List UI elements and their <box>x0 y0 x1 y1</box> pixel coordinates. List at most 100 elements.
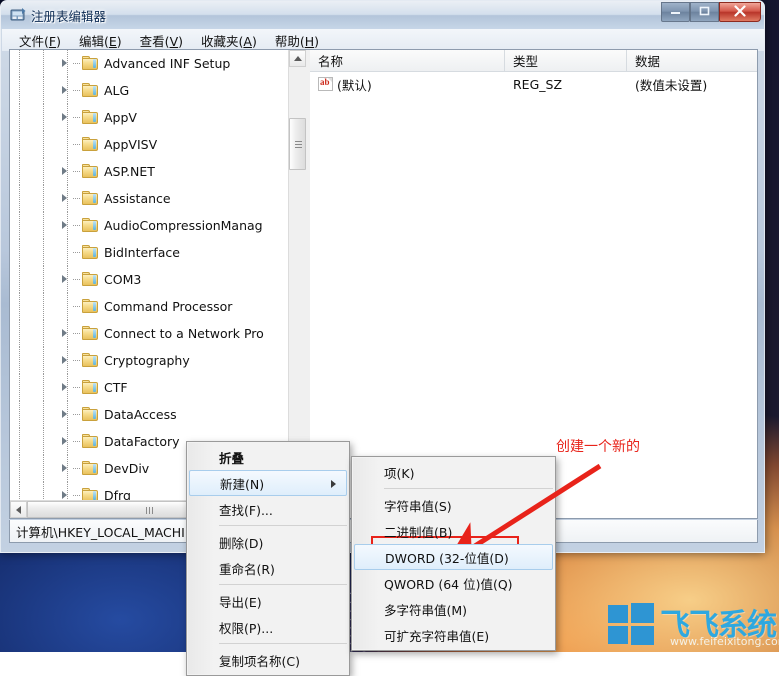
tree-item-label: AppVISV <box>104 137 158 152</box>
close-button[interactable] <box>719 2 761 22</box>
tree-item-bidinterface[interactable]: BidInterface <box>10 239 289 266</box>
expand-triangle-icon[interactable] <box>58 401 73 428</box>
submenu-item[interactable]: QWORD (64 位)值(Q) <box>352 570 555 596</box>
submenu-item-label: 项(K) <box>384 465 415 481</box>
tree-item-label: ASP.NET <box>104 164 155 179</box>
value-data-cell: (数值未设置) <box>635 77 708 93</box>
expand-triangle-icon[interactable] <box>58 50 73 77</box>
context-menu-item[interactable]: 删除(D) <box>187 529 349 555</box>
tree-item-label: Command Processor <box>104 299 233 314</box>
tree-item-com3[interactable]: COM3 <box>10 266 289 293</box>
context-menu-item[interactable]: 重命名(R) <box>187 555 349 581</box>
context-menu-item[interactable]: 新建(N) <box>189 470 347 496</box>
expand-triangle-icon[interactable] <box>58 320 73 347</box>
tree-item-audiocompressionmanag[interactable]: AudioCompressionManag <box>10 212 289 239</box>
tree-item-alg[interactable]: ALG <box>10 77 289 104</box>
tree-item-label: COM3 <box>104 272 142 287</box>
menu-bar: 文件(F) 编辑(E) 查看(V) 收藏夹(A) 帮助(H) <box>2 29 764 51</box>
tree-item-label: Cryptography <box>104 353 190 368</box>
folder-icon <box>82 55 99 71</box>
context-menu-item-label: 新建(N) <box>220 476 265 492</box>
submenu-item[interactable]: 多字符串值(M) <box>352 596 555 622</box>
table-row[interactable]: (默认) REG_SZ (数值未设置) <box>310 72 757 96</box>
context-menu-item[interactable]: 查找(F)... <box>187 496 349 522</box>
value-name-text: (默认) <box>337 77 372 93</box>
expand-triangle-icon[interactable] <box>58 428 73 455</box>
tree-item-label: CTF <box>104 380 128 395</box>
context-menu-item[interactable]: 折叠 <box>187 444 349 470</box>
folder-icon <box>82 406 99 422</box>
new-submenu: 项(K) 字符串值(S) 二进制值(B) DWORD (32-位值(D) QWORD (… <box>351 456 556 651</box>
context-menu-item-label: 权限(P)... <box>219 620 274 636</box>
submenu-arrow-icon <box>331 480 336 488</box>
scroll-left-button[interactable] <box>10 501 27 518</box>
minimize-button[interactable] <box>661 2 690 22</box>
scroll-up-button[interactable] <box>289 50 306 67</box>
arrow-left-icon <box>16 505 21 514</box>
folder-icon <box>82 325 99 341</box>
tree-item-advanced-inf-setup[interactable]: Advanced INF Setup <box>10 50 289 77</box>
context-menu-item-label: 复制项名称(C) <box>219 653 300 669</box>
submenu-item[interactable]: 字符串值(S) <box>352 492 555 518</box>
tree-item-label: DataAccess <box>104 407 177 422</box>
expand-triangle-icon[interactable] <box>58 158 73 185</box>
submenu-item[interactable]: 可扩充字符串值(E) <box>352 622 555 648</box>
folder-icon <box>82 433 99 449</box>
tree-vertical-scrollbar[interactable] <box>288 50 306 502</box>
context-menu-separator <box>219 643 347 644</box>
submenu-item[interactable]: DWORD (32-位值(D) <box>354 544 553 570</box>
expand-triangle-icon[interactable] <box>58 482 73 502</box>
tree-item-connect-to-a-network-pro[interactable]: Connect to a Network Pro <box>10 320 289 347</box>
tree-item-asp-net[interactable]: ASP.NET <box>10 158 289 185</box>
context-menu: 折叠新建(N) 查找(F)... 删除(D) 重命名(R) 导出(E) 权限(P)... 复… <box>186 441 350 676</box>
vertical-scroll-thumb[interactable] <box>289 118 306 170</box>
tree-item-appv[interactable]: AppV <box>10 104 289 131</box>
tree-connector <box>73 266 82 293</box>
status-path-text: 计算机\HKEY_LOCAL_MACHINE <box>16 524 203 540</box>
expand-triangle-icon[interactable] <box>58 77 73 104</box>
scroll-grip-icon <box>295 141 302 148</box>
expand-triangle-icon[interactable] <box>58 104 73 131</box>
list-header: 名称 类型 数据 <box>310 50 757 72</box>
list-body: (默认) REG_SZ (数值未设置) <box>310 72 757 96</box>
folder-icon <box>82 109 99 125</box>
column-header-data[interactable]: 数据 <box>627 50 757 71</box>
context-menu-item[interactable]: 复制项名称(C) <box>187 647 349 673</box>
folder-icon <box>82 379 99 395</box>
tree-item-dataaccess[interactable]: DataAccess <box>10 401 289 428</box>
tree-item-cryptography[interactable]: Cryptography <box>10 347 289 374</box>
expand-triangle-icon[interactable] <box>58 212 73 239</box>
expander-placeholder <box>58 293 73 320</box>
tree-item-assistance[interactable]: Assistance <box>10 185 289 212</box>
expand-triangle-icon[interactable] <box>58 347 73 374</box>
tree-item-label: Connect to a Network Pro <box>104 326 264 341</box>
expand-triangle-icon[interactable] <box>58 185 73 212</box>
expand-triangle-icon[interactable] <box>58 266 73 293</box>
context-menu-item[interactable]: 导出(E) <box>187 588 349 614</box>
expander-placeholder <box>58 131 73 158</box>
column-header-type[interactable]: 类型 <box>505 50 627 71</box>
tree-item-command-processor[interactable]: Command Processor <box>10 293 289 320</box>
expand-triangle-icon[interactable] <box>58 455 73 482</box>
submenu-item[interactable]: 二进制值(B) <box>352 518 555 544</box>
tree-connector <box>73 482 82 502</box>
tree-item-appvisv[interactable]: AppVISV <box>10 131 289 158</box>
maximize-button[interactable] <box>690 2 719 22</box>
context-menu-item[interactable]: 权限(P)... <box>187 614 349 640</box>
client-area: Advanced INF Setup ALG AppV AppVISV ASP.NET A… <box>9 49 758 519</box>
submenu-item[interactable]: 项(K) <box>352 459 555 485</box>
expand-triangle-icon[interactable] <box>58 374 73 401</box>
tree-connector <box>73 455 82 482</box>
tree-item-ctf[interactable]: CTF <box>10 374 289 401</box>
column-header-name[interactable]: 名称 <box>310 50 505 71</box>
submenu-item-label: 可扩充字符串值(E) <box>384 628 490 644</box>
tree-connector <box>73 239 82 266</box>
